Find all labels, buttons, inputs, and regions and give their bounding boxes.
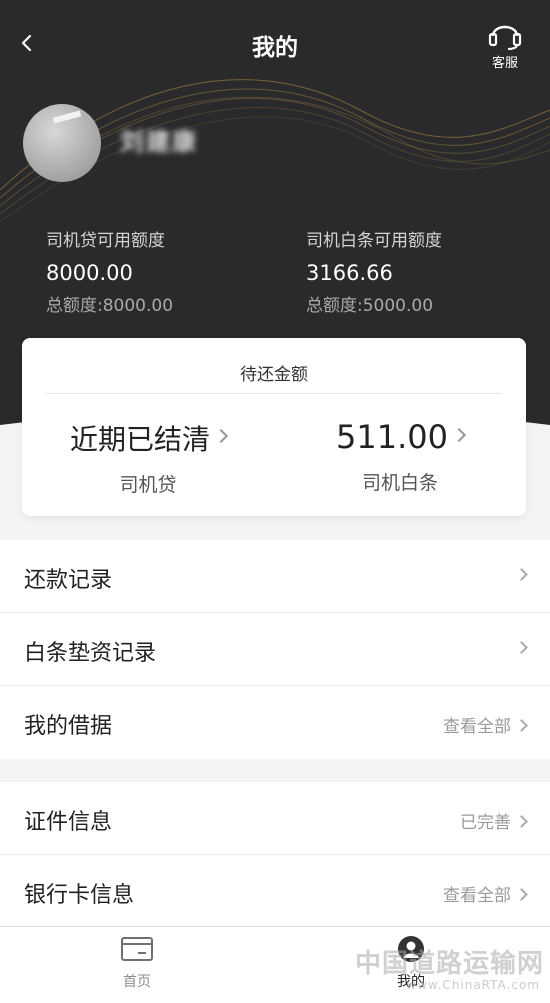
due-amount-card: 待还金额 近期已结清 司机贷 511.00 司机白条 bbox=[22, 338, 526, 516]
divider bbox=[46, 393, 502, 394]
menu-item-right bbox=[511, 566, 528, 586]
loan-credit: 司机贷可用额度 8000.00 总额度:8000.00 bbox=[46, 226, 173, 316]
menu-item-label: 还款记录 bbox=[24, 568, 113, 593]
loan-credit-label: 司机贷可用额度 bbox=[46, 231, 165, 251]
menu-item-bank-card[interactable]: 银行卡信息 查看全部 bbox=[0, 855, 550, 928]
menu-item-right bbox=[511, 639, 528, 659]
top-navigation: 我的 客服 bbox=[0, 0, 550, 88]
menu-item-label: 我的借据 bbox=[24, 714, 113, 739]
chevron-right-icon bbox=[515, 568, 528, 581]
baitiao-credit-total: 总额度:5000.00 bbox=[306, 296, 434, 316]
watermark-url: www.ChinaRTA.com bbox=[406, 978, 540, 992]
menu-item-label: 证件信息 bbox=[24, 810, 113, 835]
view-all-link[interactable]: 查看全部 bbox=[443, 712, 528, 737]
tab-home[interactable]: 首页 bbox=[77, 935, 197, 991]
headset-icon bbox=[488, 25, 522, 50]
service-label: 客服 bbox=[491, 56, 518, 71]
baitiao-credit-label: 司机白条可用额度 bbox=[306, 231, 442, 251]
menu-item-id-info[interactable]: 证件信息 已完善 bbox=[0, 782, 550, 855]
chevron-right-icon bbox=[515, 719, 528, 732]
due-loan[interactable]: 近期已结清 司机贷 bbox=[22, 418, 274, 497]
due-loan-value: 近期已结清 bbox=[69, 423, 210, 456]
menu-list-secondary: 证件信息 已完善 银行卡信息 查看全部 bbox=[0, 782, 550, 928]
customer-service-button[interactable]: 客服 bbox=[482, 16, 528, 72]
username: 刘建康 bbox=[120, 128, 198, 156]
menu-item-advance-record[interactable]: 白条垫资记录 bbox=[0, 613, 550, 686]
baitiao-credit: 司机白条可用额度 3166.66 总额度:5000.00 bbox=[306, 226, 442, 316]
menu-list-primary: 还款记录 白条垫资记录 我的借据 查看全部 bbox=[0, 540, 550, 759]
due-baitiao-value: 511.00 bbox=[336, 418, 448, 456]
loan-credit-value: 8000.00 bbox=[46, 261, 133, 285]
chevron-right-icon bbox=[213, 428, 229, 444]
loan-credit-total: 总额度:8000.00 bbox=[46, 296, 174, 316]
due-title: 待还金额 bbox=[240, 365, 308, 385]
avatar[interactable] bbox=[23, 104, 101, 182]
due-loan-label: 司机贷 bbox=[119, 474, 177, 496]
chevron-right-icon bbox=[515, 815, 528, 828]
menu-item-repayment-record[interactable]: 还款记录 bbox=[0, 540, 550, 613]
menu-item-my-iou[interactable]: 我的借据 查看全部 bbox=[0, 686, 550, 759]
chevron-right-icon bbox=[515, 888, 528, 901]
tab-home-label: 首页 bbox=[123, 974, 151, 990]
chevron-right-icon bbox=[451, 427, 467, 443]
home-card-icon bbox=[121, 937, 153, 961]
page-title: 我的 bbox=[252, 35, 298, 61]
view-all-link[interactable]: 查看全部 bbox=[443, 881, 528, 906]
menu-item-label: 白条垫资记录 bbox=[24, 641, 157, 666]
menu-item-label: 银行卡信息 bbox=[24, 883, 135, 908]
baitiao-credit-value: 3166.66 bbox=[306, 261, 393, 285]
chevron-right-icon bbox=[515, 641, 528, 654]
due-baitiao[interactable]: 511.00 司机白条 bbox=[274, 418, 526, 495]
status-text: 已完善 bbox=[460, 808, 528, 833]
watermark: 中国道路运输网 bbox=[354, 949, 544, 979]
due-baitiao-label: 司机白条 bbox=[361, 472, 438, 494]
